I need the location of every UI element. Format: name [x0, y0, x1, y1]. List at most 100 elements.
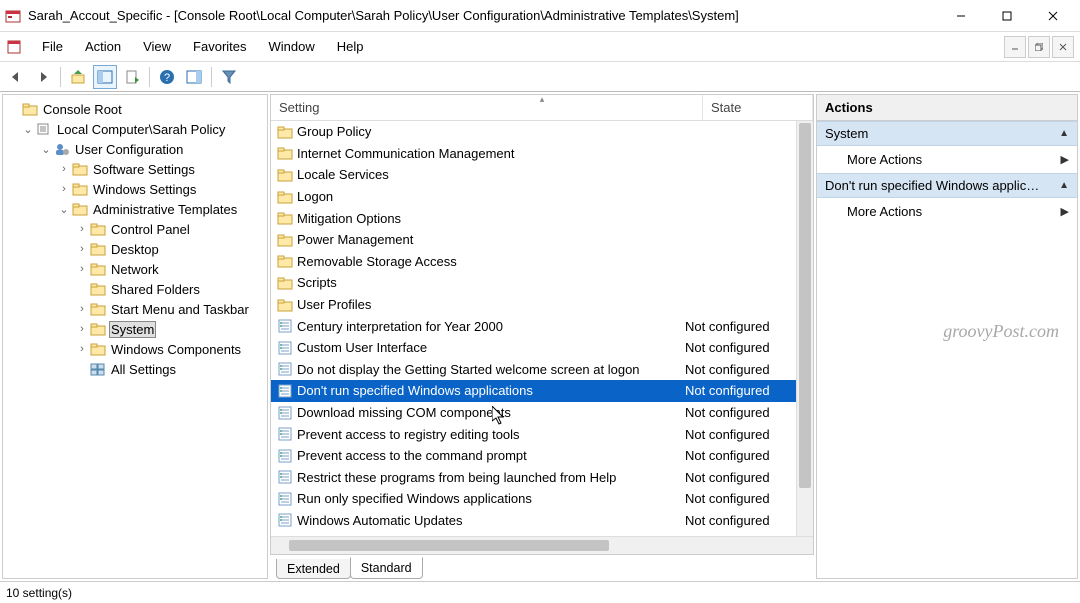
tab-standard[interactable]: Standard: [350, 557, 423, 579]
column-setting[interactable]: Setting: [271, 95, 703, 120]
tree-windows-components[interactable]: › Windows Components: [5, 339, 265, 359]
column-state[interactable]: State: [703, 95, 813, 120]
list-row[interactable]: Power Management: [271, 229, 813, 251]
forward-button[interactable]: [31, 65, 55, 89]
show-hide-tree-button[interactable]: [93, 65, 117, 89]
expand-toggle[interactable]: ›: [75, 343, 89, 355]
menu-favorites[interactable]: Favorites: [183, 35, 256, 58]
user-config-icon: [53, 141, 71, 157]
tree-control-panel[interactable]: › Control Panel: [5, 219, 265, 239]
menu-window[interactable]: Window: [259, 35, 325, 58]
actions-more-setting[interactable]: More Actions ▶: [817, 198, 1077, 225]
list-row[interactable]: Restrict these programs from being launc…: [271, 467, 813, 489]
list-row[interactable]: Scripts: [271, 272, 813, 294]
setting-name: Run only specified Windows applications: [295, 491, 685, 506]
menu-file[interactable]: File: [32, 35, 73, 58]
tree-administrative-templates[interactable]: ⌄ Administrative Templates: [5, 199, 265, 219]
minimize-button[interactable]: [938, 0, 984, 32]
tree-desktop[interactable]: › Desktop: [5, 239, 265, 259]
expand-toggle[interactable]: ›: [75, 223, 89, 235]
back-button[interactable]: [4, 65, 28, 89]
tree-user-configuration[interactable]: ⌄ User Configuration: [5, 139, 265, 159]
show-hide-action-pane-button[interactable]: [182, 65, 206, 89]
console-tree[interactable]: Console Root ⌄ Local Computer\Sarah Poli…: [2, 94, 268, 579]
tree-network[interactable]: › Network: [5, 259, 265, 279]
expand-toggle[interactable]: ›: [75, 243, 89, 255]
status-text: 10 setting(s): [6, 586, 72, 600]
setting-name: Do not display the Getting Started welco…: [295, 362, 685, 377]
vertical-scrollbar[interactable]: [796, 121, 813, 536]
export-list-button[interactable]: [120, 65, 144, 89]
filter-button[interactable]: [217, 65, 241, 89]
mdi-minimize-button[interactable]: [1004, 36, 1026, 58]
expand-toggle[interactable]: ⌄: [57, 203, 71, 216]
folder-icon: [275, 190, 295, 204]
folder-icon: [275, 211, 295, 225]
setting-icon: [275, 449, 295, 463]
actions-group-selected-setting[interactable]: Don't run specified Windows applicat... …: [817, 173, 1077, 198]
setting-name: Locale Services: [295, 167, 685, 182]
list-row[interactable]: Internet Communication Management: [271, 143, 813, 165]
setting-name: Removable Storage Access: [295, 254, 685, 269]
setting-state: Not configured: [685, 448, 805, 463]
up-button[interactable]: [66, 65, 90, 89]
setting-icon: [275, 427, 295, 441]
actions-group-system[interactable]: System ▲: [817, 121, 1077, 146]
expand-toggle[interactable]: ›: [75, 303, 89, 315]
menu-view[interactable]: View: [133, 35, 181, 58]
tree-shared-folders[interactable]: Shared Folders: [5, 279, 265, 299]
list-row[interactable]: Locale Services: [271, 164, 813, 186]
horizontal-scrollbar[interactable]: [271, 536, 813, 554]
tree-start-menu-taskbar[interactable]: › Start Menu and Taskbar: [5, 299, 265, 319]
maximize-button[interactable]: [984, 0, 1030, 32]
help-button[interactable]: ?: [155, 65, 179, 89]
list-row[interactable]: Prevent access to the command promptNot …: [271, 445, 813, 467]
folder-icon: [89, 301, 107, 317]
setting-state: Not configured: [685, 362, 805, 377]
scrollbar-thumb[interactable]: [799, 123, 811, 488]
tree-all-settings[interactable]: All Settings: [5, 359, 265, 379]
list-row[interactable]: Don't run specified Windows applications…: [271, 380, 813, 402]
mdi-restore-button[interactable]: [1028, 36, 1050, 58]
list-row[interactable]: Mitigation Options: [271, 207, 813, 229]
tree-windows-settings[interactable]: › Windows Settings: [5, 179, 265, 199]
menu-help[interactable]: Help: [327, 35, 374, 58]
list-row[interactable]: Group Policy: [271, 121, 813, 143]
settings-list[interactable]: ▴ Setting State Group PolicyInternet Com…: [270, 94, 814, 555]
setting-state: Not configured: [685, 427, 805, 442]
menu-action[interactable]: Action: [75, 35, 131, 58]
list-row[interactable]: User Profiles: [271, 294, 813, 316]
setting-icon: [275, 406, 295, 420]
tree-system[interactable]: › System: [5, 319, 265, 339]
expand-toggle[interactable]: ›: [57, 163, 71, 175]
list-row[interactable]: Prevent access to registry editing tools…: [271, 423, 813, 445]
tree-console-root[interactable]: Console Root: [5, 99, 265, 119]
list-row[interactable]: Century interpretation for Year 2000Not …: [271, 315, 813, 337]
list-header[interactable]: ▴ Setting State: [271, 95, 813, 121]
mdi-close-button[interactable]: [1052, 36, 1074, 58]
expand-toggle[interactable]: ⌄: [39, 143, 53, 156]
tree-local-computer-policy[interactable]: ⌄ Local Computer\Sarah Policy: [5, 119, 265, 139]
setting-name: Windows Automatic Updates: [295, 513, 685, 528]
list-row[interactable]: Run only specified Windows applicationsN…: [271, 488, 813, 510]
tree-software-settings[interactable]: › Software Settings: [5, 159, 265, 179]
scrollbar-thumb[interactable]: [289, 540, 609, 551]
setting-icon: [275, 362, 295, 376]
list-row[interactable]: Custom User InterfaceNot configured: [271, 337, 813, 359]
expand-toggle[interactable]: ⌄: [21, 123, 35, 136]
list-row[interactable]: Do not display the Getting Started welco…: [271, 359, 813, 381]
close-button[interactable]: [1030, 0, 1076, 32]
expand-toggle[interactable]: ›: [75, 323, 89, 335]
mmc-doc-icon: [6, 38, 24, 56]
actions-more-system[interactable]: More Actions ▶: [817, 146, 1077, 173]
expand-toggle[interactable]: ›: [75, 263, 89, 275]
list-row[interactable]: Windows Automatic UpdatesNot configured: [271, 510, 813, 532]
list-row[interactable]: Logon: [271, 186, 813, 208]
expand-toggle[interactable]: ›: [57, 183, 71, 195]
list-row[interactable]: Removable Storage Access: [271, 251, 813, 273]
setting-name: User Profiles: [295, 297, 685, 312]
setting-name: Logon: [295, 189, 685, 204]
list-row[interactable]: Download missing COM componentsNot confi…: [271, 402, 813, 424]
tab-extended[interactable]: Extended: [276, 559, 351, 579]
tab-strip: Extended Standard: [270, 555, 814, 579]
